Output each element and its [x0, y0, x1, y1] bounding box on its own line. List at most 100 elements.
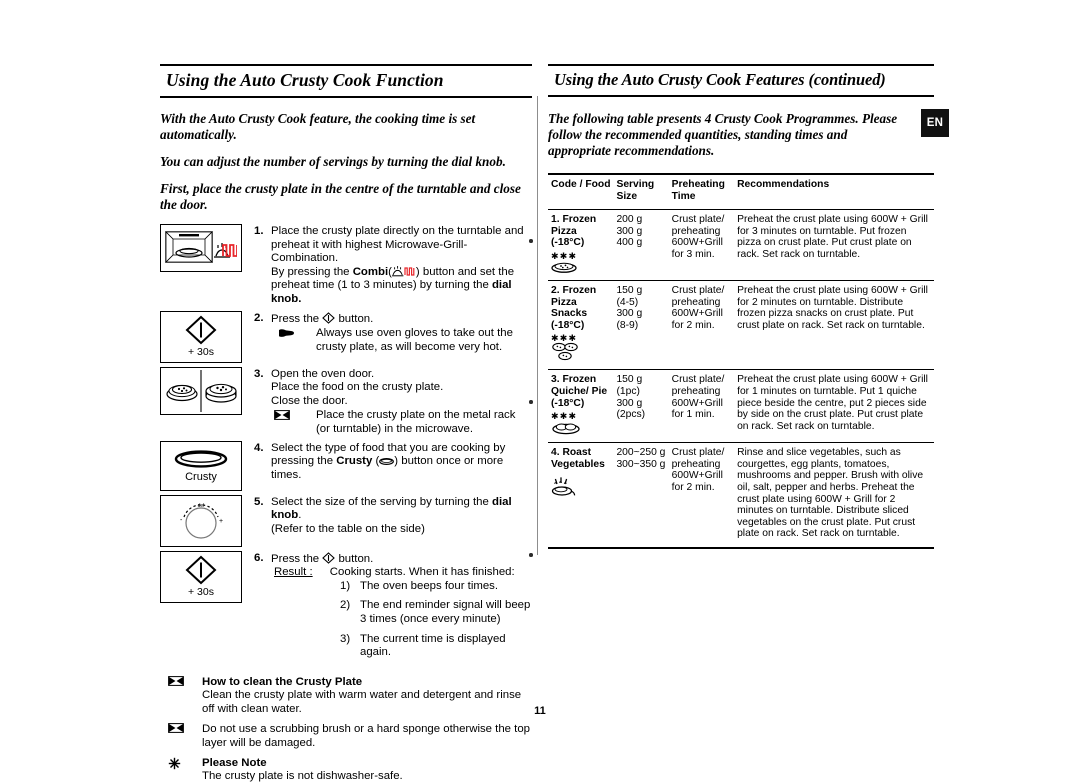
note-marker-icon: [274, 409, 316, 436]
right-page-title: Using the Auto Crusty Cook Features (con…: [554, 70, 886, 89]
left-section-heading: Using the Auto Crusty Cook Function: [160, 64, 532, 98]
pointing-hand-icon: [274, 327, 316, 354]
step-3-number: 3.: [254, 367, 264, 380]
frozen-pizza-snacks-icon: [552, 343, 578, 361]
step-4: Crusty 4. Select the type of food that yo…: [160, 440, 532, 491]
code-icon-group: [551, 470, 612, 498]
figure-caption-2: + 30s: [188, 346, 214, 359]
cell-recommendations: Rinse and slice vegetables, such as cour…: [737, 447, 924, 540]
code-line: 4. Roast: [551, 447, 592, 459]
dial-knob-icon: del - +: [175, 499, 227, 543]
code-line: 3. Frozen: [551, 374, 597, 386]
frozen-pizza-icon: [551, 262, 577, 273]
column-header-serving-size: Serving Size: [616, 173, 672, 210]
start-plus-30s-button-icon: [184, 315, 218, 345]
step-5-body: 5. Select the size of the serving by turn…: [254, 495, 532, 537]
figure-microwave-oven: [160, 224, 242, 272]
preheat-line: Crust plate/: [671, 284, 725, 296]
result-item-number: 1): [340, 579, 351, 592]
code-line: Vegetables: [551, 458, 605, 470]
figure-start-button-6: + 30s: [160, 550, 242, 603]
left-intro: With the Auto Crusty Cook feature, the c…: [160, 111, 532, 213]
cell-recommendations: Preheat the crust plate using 600W + Gri…: [737, 214, 928, 260]
result-item-list: 1) The oven beeps four times. 2) The end…: [254, 580, 532, 660]
cell-preheating-time: Crust plate/ preheating 600W+Grill for 2…: [672, 280, 737, 369]
preheat-line: preheating: [671, 458, 721, 470]
cell-code-food: 1. Frozen Pizza (-18°C) ✱✱✱: [548, 210, 616, 281]
please-note-heading: Please Note: [202, 757, 532, 771]
table-row: 4. Roast Vegetables 200~250 g 300~350 g …: [548, 442, 934, 547]
table-header-row: Code / Food Serving Size Preheating Time R…: [548, 173, 934, 210]
step-4-body: 4. Select the type of food that you are c…: [254, 441, 532, 483]
result-item-number: 2): [340, 599, 351, 612]
figure-start-button-2: + 30s: [160, 310, 242, 363]
step-5-number: 5.: [254, 495, 264, 508]
result-item-text: The current time is displayed again.: [360, 632, 506, 659]
cell-code-food: 3. Frozen Quiche/ Pie (-18°C) ✱✱✱: [548, 370, 616, 443]
step-2-note: Always use oven gloves to take out the c…: [254, 327, 532, 354]
result-item-text: The oven beeps four times.: [360, 579, 499, 592]
code-line: (-18°C): [551, 397, 585, 409]
step-2-note-text: Always use oven gloves to take out the c…: [316, 327, 513, 353]
step-5-text: Select the size of the serving by turnin…: [271, 495, 512, 535]
step-2-number: 2.: [254, 311, 264, 324]
serving-line: 300~350 g: [616, 458, 666, 470]
result-item: 1) The oven beeps four times.: [340, 580, 532, 594]
serving-line: 200~250 g: [616, 447, 666, 459]
column-divider: [537, 365, 538, 430]
preheat-line: Crust plate/: [671, 447, 725, 459]
roast-vegetables-icon: [551, 477, 576, 496]
page-number: 11: [534, 705, 546, 717]
preheat-line: for 2 min.: [671, 481, 715, 493]
table-row: 3. Frozen Quiche/ Pie (-18°C) ✱✱✱ 150 g …: [548, 369, 934, 443]
right-intro-text: The following table presents 4 Crusty Co…: [548, 111, 898, 158]
divider-dot: [529, 400, 533, 404]
step-4-text: Select the type of food that you are coo…: [271, 441, 506, 481]
intro-paragraph-3: First, place the crusty plate in the cen…: [160, 181, 521, 212]
result-item-number: 3): [340, 632, 351, 645]
code-line: Pizza: [551, 296, 577, 308]
heading-rule-bottom: [548, 95, 934, 97]
cell-preheating-time: Crust plate/ preheating 600W+Grill for 2…: [672, 443, 737, 547]
step-6-text: Press the button.: [271, 551, 374, 565]
figure-crusty-plate-food: [160, 366, 242, 415]
step-1-number: 1.: [254, 225, 264, 237]
frozen-quiche-pie-icon: [552, 423, 580, 435]
step-4-number: 4.: [254, 441, 264, 454]
cell-serving-size: 150 g (4-5) 300 g (8-9): [616, 280, 671, 369]
cell-recommendations: Preheat the crust plate using 600W + Gri…: [737, 284, 928, 331]
figure-caption-6: + 30s: [188, 586, 214, 599]
preheat-line: 600W+Grill: [671, 308, 723, 320]
step-1-text: Place the crusty plate directly on the t…: [271, 225, 524, 305]
step-list: 1. Place the crusty plate directly on the…: [160, 224, 532, 660]
manual-page: EN Using the Auto Crusty Cook Function W…: [0, 0, 1080, 782]
step-6-number: 6.: [254, 551, 264, 564]
cell-serving-size: 200~250 g 300~350 g: [616, 443, 671, 547]
serving-line: 400 g: [616, 237, 643, 249]
svg-text:+: +: [219, 518, 223, 525]
column-divider: [537, 96, 538, 206]
figure-dial-knob: del - +: [160, 494, 242, 547]
divider-dot: [529, 553, 533, 557]
svg-text:-: -: [180, 517, 183, 524]
clean-warning-row: Do not use a scrubbing brush or a hard s…: [160, 723, 532, 751]
intro-paragraph-2: You can adjust the number of servings by…: [160, 154, 506, 169]
result-text: Cooking starts. When it has finished:: [329, 566, 515, 579]
step-2-text: Press the button.: [271, 311, 374, 325]
preheat-line: for 1 min.: [671, 409, 715, 421]
step-3-text: Open the oven door. Place the food on the…: [271, 368, 529, 409]
serving-line: 300 g: [616, 225, 643, 237]
preheat-line: for 3 min.: [671, 248, 715, 260]
preheat-line: preheating: [671, 225, 721, 237]
please-note-row: Please Note: [160, 757, 532, 771]
table-bottom-rule: [548, 546, 934, 549]
step-6: + 30s 6. Press the button. Result : Cooki…: [160, 550, 532, 660]
step-3: 3. Open the oven door. Place the food on t…: [160, 366, 532, 437]
start-plus-30s-button-icon: [184, 555, 218, 585]
step-1: 1. Place the crusty plate directly on the…: [160, 224, 532, 307]
please-note-body: The crusty plate is not dishwasher-safe.: [202, 770, 403, 783]
serving-line: (2pcs): [616, 409, 646, 421]
clean-instructions-block: How to clean the Crusty Plate Clean the …: [160, 676, 532, 784]
figure-caption-4: Crusty: [185, 471, 217, 484]
right-column: Using the Auto Crusty Cook Features (con…: [548, 64, 934, 549]
